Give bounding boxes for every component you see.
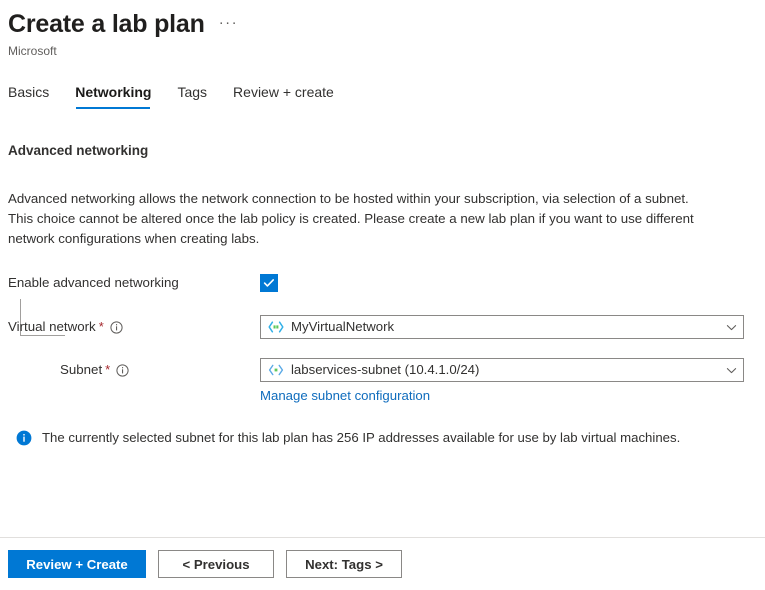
enable-advanced-networking-checkbox[interactable]: [260, 274, 278, 292]
tab-review-create[interactable]: Review + create: [233, 83, 334, 109]
info-icon[interactable]: [116, 364, 129, 377]
enable-advanced-networking-label: Enable advanced networking: [8, 273, 260, 293]
tab-networking[interactable]: Networking: [75, 83, 151, 109]
form-area: Enable advanced networking Virtual netwo…: [8, 271, 757, 405]
section-description: Advanced networking allows the network c…: [8, 189, 708, 249]
required-asterisk: *: [105, 360, 110, 380]
virtual-network-icon: [268, 319, 284, 335]
review-create-button[interactable]: Review + Create: [8, 550, 146, 578]
page-header: Create a lab plan ··· Microsoft: [0, 0, 765, 59]
info-message-text: The currently selected subnet for this l…: [42, 429, 680, 447]
main-content: Advanced networking Advanced networking …: [0, 142, 765, 447]
subnet-label: Subnet *: [8, 360, 260, 380]
more-options-icon[interactable]: ···: [219, 16, 239, 30]
section-heading: Advanced networking: [8, 142, 757, 160]
info-icon[interactable]: [110, 321, 123, 334]
chevron-down-icon: [725, 365, 737, 376]
subnet-label-text: Subnet: [60, 360, 102, 380]
required-asterisk: *: [99, 317, 104, 337]
virtual-network-value: MyVirtualNetwork: [291, 317, 721, 337]
chevron-down-icon: [725, 322, 737, 333]
row-enable-advanced-networking: Enable advanced networking: [8, 271, 757, 295]
tab-basics[interactable]: Basics: [8, 83, 49, 109]
virtual-network-label: Virtual network *: [8, 317, 260, 337]
subnet-value: labservices-subnet (10.4.1.0/24): [291, 360, 721, 380]
info-circle-icon: [16, 430, 32, 446]
virtual-network-dropdown[interactable]: MyVirtualNetwork: [260, 315, 744, 339]
title-row: Create a lab plan ···: [8, 8, 765, 40]
row-subnet: Subnet * lab: [8, 358, 757, 382]
tab-bar: Basics Networking Tags Review + create: [0, 83, 765, 109]
manage-subnet-link-row: Manage subnet configuration: [8, 387, 757, 405]
page-title: Create a lab plan: [8, 8, 205, 40]
previous-button[interactable]: < Previous: [158, 550, 274, 578]
row-virtual-network: Virtual network *: [8, 315, 757, 339]
footer-actions: Review + Create < Previous Next: Tags >: [0, 538, 765, 590]
tab-tags[interactable]: Tags: [177, 83, 207, 109]
subnet-dropdown[interactable]: labservices-subnet (10.4.1.0/24): [260, 358, 744, 382]
publisher-label: Microsoft: [8, 43, 765, 59]
subnet-icon: [268, 362, 284, 378]
next-tags-button[interactable]: Next: Tags >: [286, 550, 402, 578]
manage-subnet-configuration-link[interactable]: Manage subnet configuration: [260, 388, 430, 403]
info-message: The currently selected subnet for this l…: [8, 429, 757, 447]
virtual-network-label-text: Virtual network: [8, 317, 96, 337]
